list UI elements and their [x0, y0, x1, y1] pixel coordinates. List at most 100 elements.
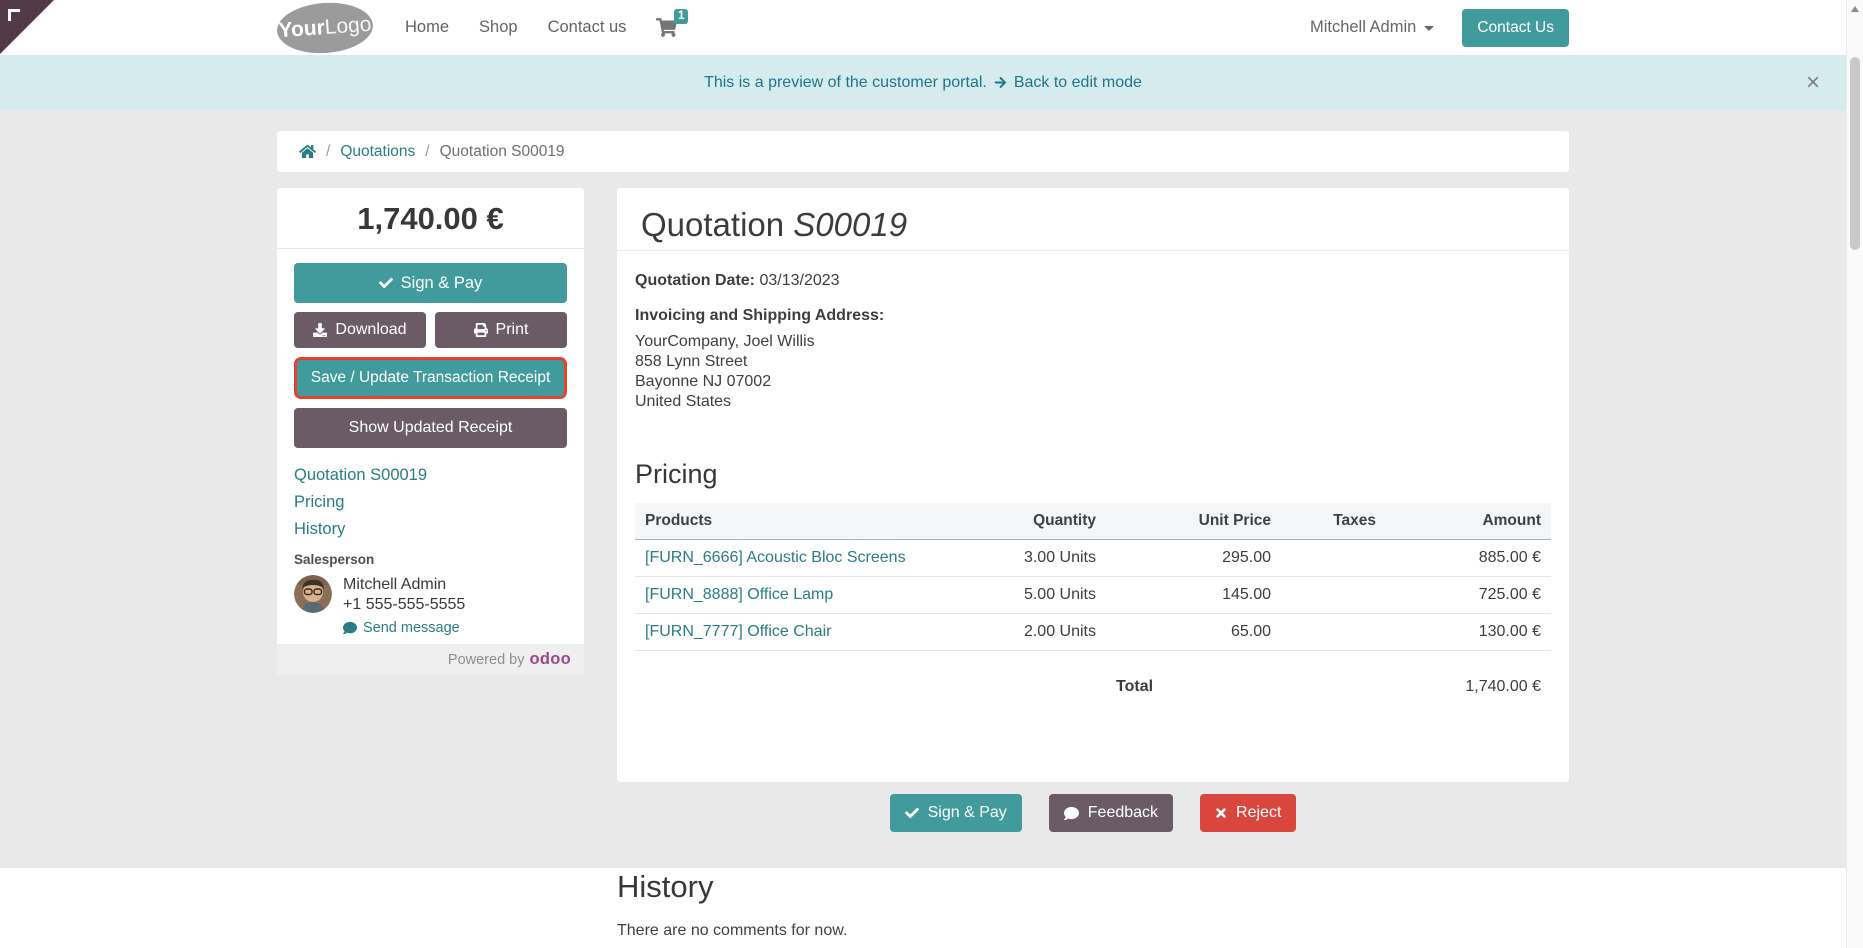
product-link[interactable]: [FURN_8888] Office Lamp	[645, 586, 833, 603]
send-message-label: Send message	[363, 620, 460, 636]
avatar	[294, 575, 332, 613]
taxes-cell	[1281, 539, 1386, 577]
back-to-edit-mode-link[interactable]: Back to edit mode	[1014, 74, 1142, 92]
breadcrumb-quotations-link[interactable]: Quotations	[340, 143, 415, 161]
salesperson-name: Mitchell Admin	[343, 576, 447, 593]
address-line: YourCompany, Joel Willis	[635, 333, 815, 350]
column-header-unit-price: Unit Price	[1106, 503, 1281, 540]
quantity-cell: 2.00 Units	[956, 613, 1106, 651]
feedback-button[interactable]: Feedback	[1048, 794, 1174, 832]
sidebar-link-history[interactable]: History	[294, 520, 567, 539]
quantity-cell: 3.00 Units	[956, 539, 1106, 577]
contact-us-button[interactable]: Contact Us	[1462, 8, 1569, 47]
salesperson-phone: +1 555-555-5555	[343, 596, 466, 613]
download-label: Download	[335, 321, 407, 338]
breadcrumb-separator: /	[425, 142, 430, 160]
total-label: Total	[1116, 678, 1154, 695]
preview-banner: This is a preview of the customer portal…	[0, 55, 1846, 110]
address-line: United States	[635, 393, 732, 410]
breadcrumb-current: Quotation S00019	[439, 142, 565, 160]
vertical-scrollbar[interactable]	[1846, 0, 1863, 948]
download-icon	[313, 323, 328, 337]
powered-by-text: Powered by	[447, 651, 525, 668]
sign-and-pay-button[interactable]: Sign & Pay	[294, 263, 567, 303]
sidebar-link-quotation[interactable]: Quotation S00019	[294, 466, 567, 485]
x-icon	[1215, 806, 1227, 820]
send-message-link[interactable]: Send message	[343, 618, 465, 638]
column-header-products: Products	[635, 503, 956, 540]
chevron-down-icon	[1424, 26, 1435, 31]
user-menu-dropdown[interactable]: Mitchell Admin	[1309, 18, 1435, 37]
quotation-number: S00019	[793, 206, 908, 243]
sign-and-pay-bottom-button[interactable]: Sign & Pay	[889, 794, 1022, 832]
salesperson-section: Salesperson Mitchell Admin +1 555-555-55…	[277, 539, 584, 638]
amount-due: 1,740.00 €	[277, 188, 584, 249]
user-menu-label: Mitchell Admin	[1309, 18, 1417, 36]
amount-cell: 725.00 €	[1386, 576, 1551, 614]
table-row: [FURN_7777] Office Chair 2.00 Units 65.0…	[635, 613, 1551, 651]
close-icon[interactable]: ×	[1806, 70, 1820, 95]
unit-price-cell: 295.00	[1106, 539, 1281, 577]
sign-and-pay-label: Sign & Pay	[400, 273, 483, 292]
print-icon	[473, 323, 488, 337]
column-header-amount: Amount	[1386, 503, 1551, 540]
print-label: Print	[495, 321, 529, 338]
edit-corner-icon	[8, 9, 20, 21]
arrow-right-icon	[994, 76, 1007, 89]
breadcrumb: / Quotations / Quotation S00019	[277, 131, 1569, 172]
nav-link-shop[interactable]: Shop	[479, 18, 518, 37]
quotation-date: Quotation Date: 03/13/2023	[635, 272, 840, 289]
reject-label: Reject	[1236, 804, 1282, 821]
pricing-table: Products Quantity Unit Price Taxes Amoun…	[635, 503, 1551, 705]
amount-cell: 130.00 €	[1386, 613, 1551, 651]
reject-button[interactable]: Reject	[1200, 794, 1297, 832]
check-icon	[378, 276, 393, 290]
logo-text-bold: Your	[277, 15, 326, 42]
column-header-taxes: Taxes	[1281, 503, 1386, 540]
product-link[interactable]: [FURN_7777] Office Chair	[645, 623, 831, 640]
chat-bubble-icon	[343, 621, 357, 635]
download-button[interactable]: Download	[294, 312, 426, 348]
product-link[interactable]: [FURN_6666] Acoustic Bloc Screens	[645, 549, 906, 566]
logo-text-light: Logo	[323, 12, 373, 39]
quantity-cell: 5.00 Units	[956, 576, 1106, 614]
save-update-transaction-receipt-button[interactable]: Save / Update Transaction Receipt	[294, 357, 567, 399]
site-logo[interactable]: Your Logo	[275, 0, 375, 56]
pricing-heading: Pricing	[635, 459, 718, 489]
amount-cell: 885.00 €	[1386, 539, 1551, 577]
taxes-cell	[1281, 613, 1386, 651]
quotation-sidebar: 1,740.00 € Sign & Pay Download Print Sav…	[277, 188, 584, 675]
powered-by-footer: Powered by odoo	[277, 644, 584, 675]
nav-link-home[interactable]: Home	[405, 18, 449, 37]
check-icon	[904, 806, 919, 820]
address-line: 858 Lynn Street	[635, 353, 748, 370]
cart-button[interactable]: 1	[656, 9, 689, 37]
page-title: Quotation S00019	[641, 206, 908, 243]
history-heading: History	[617, 869, 714, 904]
nav-link-contact-us[interactable]: Contact us	[548, 18, 627, 37]
print-button[interactable]: Print	[435, 312, 567, 348]
sign-and-pay-label: Sign & Pay	[927, 804, 1007, 821]
feedback-label: Feedback	[1087, 804, 1159, 821]
sidebar-link-pricing[interactable]: Pricing	[294, 493, 567, 512]
history-section: History There are no comments for now.	[617, 869, 847, 940]
table-row: [FURN_8888] Office Lamp 5.00 Units 145.0…	[635, 576, 1551, 614]
scrollbar-thumb[interactable]	[1850, 57, 1860, 250]
unit-price-cell: 65.00	[1106, 613, 1281, 651]
document-actions: Sign & Pay Feedback Reject	[617, 794, 1569, 832]
total-row: Total 1,740.00 €	[635, 651, 1551, 706]
show-updated-receipt-button[interactable]: Show Updated Receipt	[294, 408, 567, 448]
address-label: Invoicing and Shipping Address:	[635, 307, 885, 324]
home-icon[interactable]	[299, 144, 316, 159]
cart-count-badge: 1	[674, 9, 689, 24]
history-empty-message: There are no comments for now.	[617, 922, 848, 939]
salesperson-label: Salesperson	[294, 552, 375, 567]
column-header-quantity: Quantity	[956, 503, 1106, 540]
unit-price-cell: 145.00	[1106, 576, 1281, 614]
taxes-cell	[1281, 576, 1386, 614]
total-amount: 1,740.00 €	[1465, 678, 1541, 695]
scroll-up-arrow-icon[interactable]	[1851, 6, 1859, 12]
chat-bubble-icon	[1063, 806, 1079, 821]
banner-message: This is a preview of the customer portal…	[704, 73, 987, 91]
odoo-logo[interactable]: odoo	[529, 650, 571, 669]
